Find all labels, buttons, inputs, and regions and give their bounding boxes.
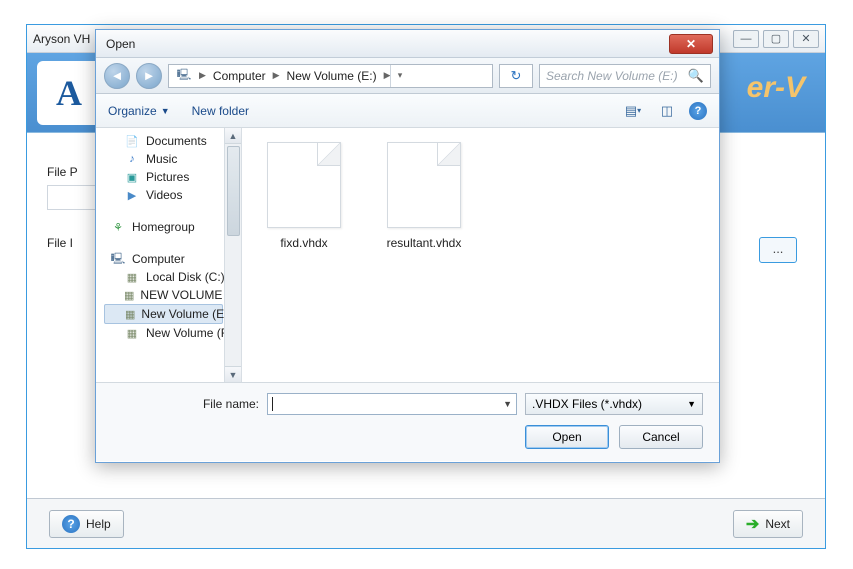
dialog-footer: File name: ▼ .VHDX Files (*.vhdx) ▼ Open… [96,382,719,461]
help-button[interactable]: ? Help [49,510,124,538]
breadcrumb[interactable]: 🖳 ▶ Computer ▶ New Volume (E:) ▶ ▾ [168,64,493,88]
tree-new-volume-e[interactable]: ▦New Volume (E:) [104,304,223,324]
filename-label: File name: [203,397,259,411]
new-folder-button[interactable]: New folder [192,104,249,118]
toolbar-help-icon[interactable]: ? [689,102,707,120]
chevron-down-icon[interactable]: ▼ [503,399,512,409]
pictures-icon: ▣ [124,170,140,184]
file-name: fixd.vhdx [260,236,348,250]
cancel-button[interactable]: Cancel [619,425,703,449]
disk-icon: ▦ [124,326,140,340]
dialog-close-button[interactable]: ✕ [669,34,713,54]
disk-icon: ▦ [124,288,134,302]
open-dialog: Open ✕ ◄ ► 🖳 ▶ Computer ▶ New Volume (E:… [95,29,720,463]
scroll-thumb[interactable] [227,146,240,236]
dialog-title: Open [106,37,135,51]
open-button[interactable]: Open [525,425,609,449]
chevron-right-icon: ▶ [199,70,206,81]
breadcrumb-volume[interactable]: New Volume (E:) [280,69,384,83]
app-title: Aryson VH [33,32,90,46]
minimize-button[interactable]: — [733,30,759,48]
next-button[interactable]: ➔ Next [733,510,803,538]
arrow-right-icon: ➔ [746,514,759,534]
navigation-tree: 📄Documents ♪Music ▣Pictures ▶Videos ⚘Hom… [96,128,242,382]
text-caret [272,397,273,411]
tree-music[interactable]: ♪Music [96,150,241,168]
chevron-right-icon: ▶ [273,70,280,81]
app-footer: ? Help ➔ Next [27,498,825,548]
nav-forward-button[interactable]: ► [136,63,162,89]
chevron-down-icon: ▼ [161,106,170,116]
dialog-titlebar: Open ✕ [96,30,719,58]
file-item[interactable]: resultant.vhdx [380,142,468,250]
tree-local-disk-c[interactable]: ▦Local Disk (C:) [96,268,241,286]
search-icon: 🔍 [688,68,704,84]
view-mode-button[interactable]: ▤ ▾ [621,100,645,122]
filetype-select[interactable]: .VHDX Files (*.vhdx) ▼ [525,393,703,415]
tree-videos[interactable]: ▶Videos [96,186,241,204]
preview-pane-button[interactable]: ◫ [655,100,679,122]
chevron-right-icon: ▶ [384,70,391,81]
filename-input[interactable]: ▼ [267,393,517,415]
help-icon: ? [62,515,80,533]
computer-icon: 🖳 [176,69,192,83]
tree-pictures[interactable]: ▣Pictures [96,168,241,186]
close-button[interactable]: ✕ [793,30,819,48]
file-icon [387,142,461,228]
breadcrumb-computer[interactable]: Computer [206,69,273,83]
maximize-button[interactable]: ▢ [763,30,789,48]
tree-scrollbar[interactable]: ▲ ▼ [224,128,241,382]
breadcrumb-dropdown[interactable]: ▾ [390,65,408,87]
app-logo: A [37,61,101,125]
nav-back-button[interactable]: ◄ [104,63,130,89]
disk-icon: ▦ [124,270,140,284]
folder-icon: 📄 [124,134,140,148]
search-placeholder: Search New Volume (E:) [546,69,678,83]
dialog-body: 📄Documents ♪Music ▣Pictures ▶Videos ⚘Hom… [96,128,719,382]
homegroup-icon: ⚘ [110,220,126,234]
dialog-navbar: ◄ ► 🖳 ▶ Computer ▶ New Volume (E:) ▶ ▾ ↻… [96,58,719,94]
file-item[interactable]: fixd.vhdx [260,142,348,250]
computer-icon: 🖳 [110,252,126,266]
organize-menu[interactable]: Organize ▼ [108,104,170,118]
filetype-value: .VHDX Files (*.vhdx) [532,397,642,411]
scroll-up-icon[interactable]: ▲ [225,128,241,144]
chevron-down-icon: ▼ [687,399,696,409]
refresh-button[interactable]: ↻ [499,64,533,88]
dialog-toolbar: Organize ▼ New folder ▤ ▾ ◫ ? [96,94,719,128]
tree-new-volume-f[interactable]: ▦New Volume (F:) [96,324,241,342]
tree-computer[interactable]: 🖳Computer [96,250,241,268]
help-label: Help [86,517,111,531]
tree-documents[interactable]: 📄Documents [96,132,241,150]
window-controls: — ▢ ✕ [733,30,819,48]
file-icon [267,142,341,228]
banner-text: er-V [747,71,805,105]
next-label: Next [765,517,790,531]
disk-icon: ▦ [125,307,135,321]
tree-homegroup[interactable]: ⚘Homegroup [96,218,241,236]
music-icon: ♪ [124,152,140,166]
browse-button[interactable]: ... [759,237,797,263]
file-name: resultant.vhdx [380,236,468,250]
tree-new-volume-d[interactable]: ▦NEW VOLUME (D [96,286,241,304]
file-list[interactable]: fixd.vhdx resultant.vhdx [242,128,719,382]
search-input[interactable]: Search New Volume (E:) 🔍 [539,64,711,88]
videos-icon: ▶ [124,188,140,202]
scroll-down-icon[interactable]: ▼ [225,366,241,382]
